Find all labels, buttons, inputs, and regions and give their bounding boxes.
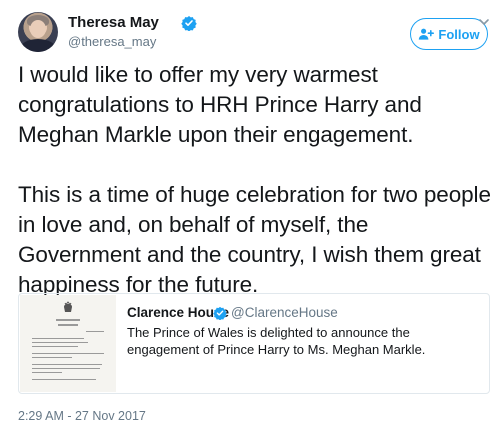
author-name[interactable]: Theresa May: [68, 14, 159, 31]
quoted-tweet-card[interactable]: Clarence House @ClarenceHouse The Prince…: [18, 293, 490, 394]
document-line: [32, 368, 100, 369]
announcement-document-thumbnail[interactable]: [20, 295, 116, 392]
document-line: [32, 353, 104, 354]
document-line: [32, 364, 102, 365]
document-line: [56, 319, 80, 321]
quoted-author-handle[interactable]: @ClarenceHouse: [231, 305, 338, 320]
document-line: [32, 338, 84, 339]
add-user-icon: [419, 28, 435, 40]
verified-badge-icon: [181, 16, 197, 31]
document-line: [32, 372, 62, 373]
document-line: [86, 331, 104, 332]
crest-icon: [64, 301, 72, 312]
follow-button-label: Follow: [438, 26, 480, 42]
tweet-timestamp[interactable]: 2:29 AM - 27 Nov 2017: [18, 409, 146, 423]
tweet-text: I would like to offer my very warmest co…: [18, 60, 496, 300]
tweet-paragraph: I would like to offer my very warmest co…: [18, 62, 422, 147]
verified-badge-icon: [213, 306, 227, 320]
chevron-down-icon[interactable]: [478, 16, 490, 28]
quoted-tweet-text: The Prince of Wales is delighted to anno…: [127, 325, 426, 357]
avatar-body: [20, 39, 56, 52]
document-line: [32, 357, 72, 358]
tweet-header: Theresa May @theresa_may Follow: [18, 12, 490, 56]
author-handle[interactable]: @theresa_may: [68, 34, 156, 49]
avatar-face: [30, 20, 46, 38]
document-line: [32, 346, 78, 347]
document-line: [32, 379, 96, 380]
tweet-paragraph: This is a time of huge celebration for t…: [18, 182, 491, 297]
follow-button[interactable]: Follow: [410, 18, 488, 50]
document-line: [32, 342, 88, 343]
document-line: [58, 324, 78, 326]
avatar[interactable]: [18, 12, 58, 52]
